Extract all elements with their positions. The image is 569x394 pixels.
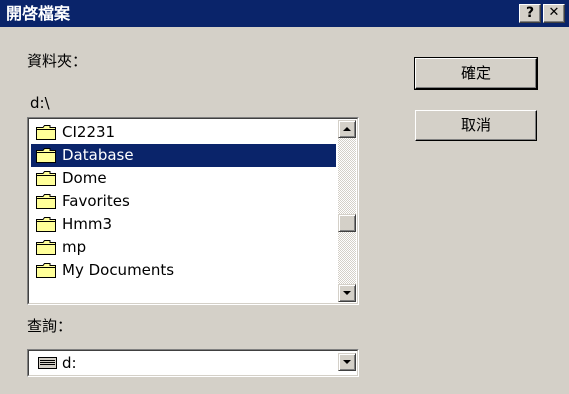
folder-list-box[interactable]: CI2231 Database Dome Favorites Hmm3 mp My Docu…: [27, 117, 359, 305]
folder-name: Dome: [62, 169, 107, 187]
folder-item[interactable]: Database: [31, 144, 336, 167]
folder-icon: [36, 194, 56, 209]
folder-name: mp: [62, 238, 87, 256]
open-file-dialog: 開啓檔案 ? ✕ 資料夾： d:\ 確定 取消 CI2231 Database Do…: [0, 0, 569, 394]
folder-item[interactable]: Hmm3: [31, 213, 336, 236]
drives-label: 查詢：: [27, 317, 73, 335]
up-arrow-icon: [343, 127, 351, 131]
folder-icon: [36, 171, 56, 186]
folder-name: Database: [62, 146, 134, 164]
drive-dropdown-button[interactable]: [338, 353, 356, 371]
ok-button[interactable]: 確定: [414, 57, 538, 90]
folder-icon: [36, 125, 56, 140]
folder-item[interactable]: CI2231: [31, 121, 336, 144]
scroll-down-button[interactable]: [338, 284, 356, 302]
folder-item[interactable]: Favorites: [31, 190, 336, 213]
chevron-down-icon: [343, 360, 351, 364]
folder-name: Favorites: [62, 192, 130, 210]
folder-icon: [36, 148, 56, 163]
folder-name: Hmm3: [62, 215, 113, 233]
folder-list[interactable]: CI2231 Database Dome Favorites Hmm3 mp My Docu…: [31, 121, 336, 282]
folder-item[interactable]: Dome: [31, 167, 336, 190]
window-title: 開啓檔案: [6, 4, 71, 23]
folders-label: 資料夾：: [27, 52, 88, 70]
title-bar[interactable]: 開啓檔案 ? ✕: [0, 0, 569, 27]
close-button[interactable]: ✕: [543, 4, 565, 23]
scroll-thumb[interactable]: [338, 214, 356, 232]
folder-icon: [36, 240, 56, 255]
folder-icon: [36, 263, 56, 278]
folder-name: CI2231: [62, 123, 116, 141]
cancel-button[interactable]: 取消: [415, 110, 537, 141]
folder-item[interactable]: My Documents: [31, 259, 336, 282]
folder-item[interactable]: mp: [31, 236, 336, 259]
drive-icon: [38, 357, 57, 369]
folder-list-scrollbar[interactable]: [338, 120, 356, 302]
down-arrow-icon: [343, 291, 351, 295]
drive-select[interactable]: d:: [27, 349, 359, 377]
current-path: d:\: [30, 94, 50, 112]
folder-name: My Documents: [62, 261, 175, 279]
folder-icon: [36, 217, 56, 232]
help-button[interactable]: ?: [519, 4, 541, 23]
scroll-up-button[interactable]: [338, 120, 356, 138]
drive-value: d:: [62, 354, 77, 372]
